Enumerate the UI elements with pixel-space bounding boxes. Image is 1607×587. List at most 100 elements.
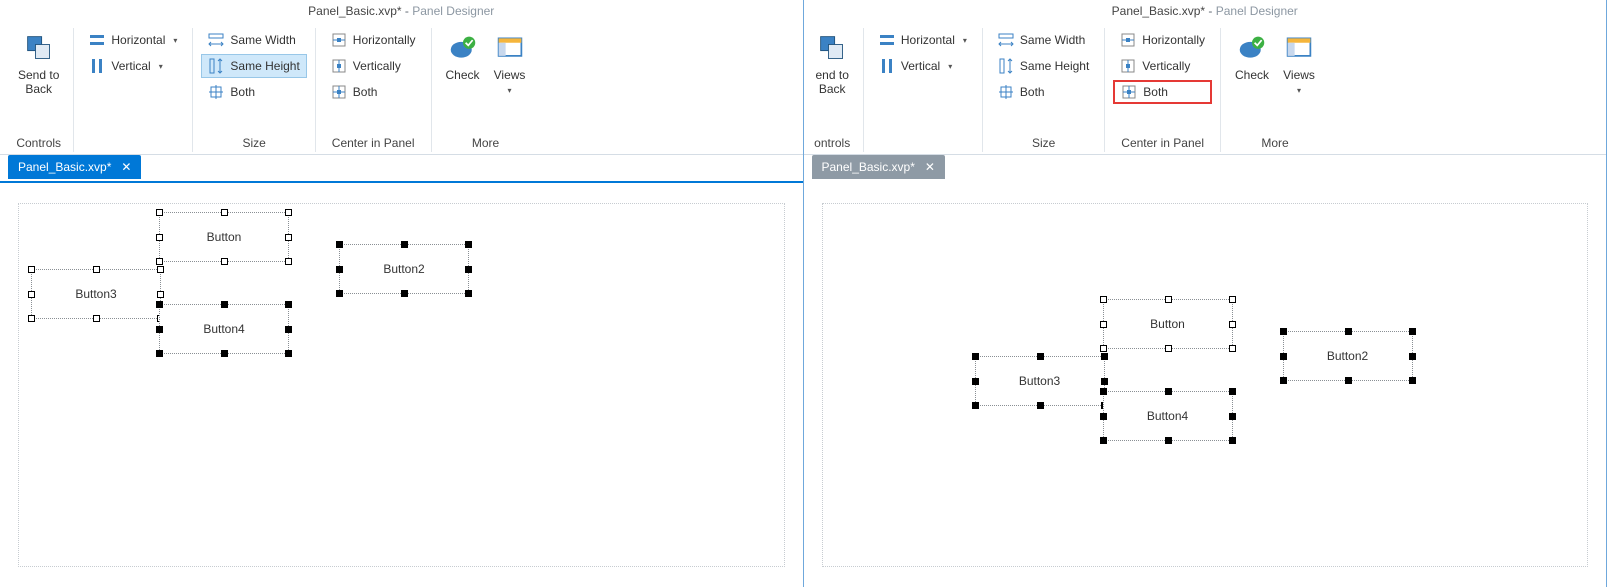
center-horizontally-button[interactable]: Horizontally (324, 28, 423, 52)
window-title: Panel_Basic.xvp* - Panel Designer (0, 0, 803, 22)
align-horizontal-button[interactable]: Horizontal ▾ (872, 28, 974, 52)
center-horizontally-icon (331, 32, 347, 48)
group-label-center: Center in Panel (332, 132, 415, 152)
align-horizontal-label: Horizontal (901, 33, 955, 47)
design-button-label: Button (1150, 317, 1185, 331)
ribbon-group-more: Check Views ▾ More (1221, 28, 1329, 152)
group-label-controls: ontrols (814, 132, 850, 152)
views-label: Views (494, 68, 526, 82)
design-button-label: Button2 (1327, 349, 1368, 363)
same-height-icon (998, 58, 1014, 74)
align-vertical-icon (879, 58, 895, 74)
design-canvas[interactable]: Button Button2 Button3 Button4 (18, 203, 785, 567)
document-tab[interactable]: Panel_Basic.xvp* ✕ (8, 155, 141, 179)
views-button[interactable]: Views ▾ (488, 28, 532, 99)
tab-close-icon[interactable]: ✕ (925, 160, 935, 174)
same-width-button[interactable]: Same Width (991, 28, 1096, 52)
align-horizontal-button[interactable]: Horizontal ▾ (82, 28, 184, 52)
center-vertically-button[interactable]: Vertically (324, 54, 423, 78)
center-both-icon (331, 84, 347, 100)
align-vertical-label: Vertical (111, 59, 150, 73)
send-to-back-icon (816, 32, 848, 64)
align-horizontal-icon (879, 32, 895, 48)
size-both-label: Both (1020, 85, 1045, 99)
dropdown-caret-icon: ▾ (948, 62, 952, 71)
dropdown-caret-icon: ▾ (1297, 86, 1301, 95)
design-button-label: Button4 (1147, 409, 1188, 423)
title-filename: Panel_Basic.xvp* (1112, 4, 1205, 18)
design-button[interactable]: Button4 (159, 304, 289, 354)
center-vertically-label: Vertically (353, 59, 401, 73)
check-button[interactable]: Check (1229, 28, 1275, 99)
title-appname: Panel Designer (412, 4, 494, 18)
right-window: Panel_Basic.xvp* - Panel Designer end to… (804, 0, 1607, 587)
ribbon-group-controls: end to Back ontrols (808, 28, 864, 152)
center-both-button[interactable]: Both (324, 80, 423, 104)
same-height-label: Same Height (230, 59, 299, 73)
window-title: Panel_Basic.xvp* - Panel Designer (804, 0, 1607, 22)
send-to-back-label: Send to Back (18, 68, 59, 96)
ribbon-group-align: Horizontal ▾ Vertical ▾ (864, 28, 983, 152)
document-tab[interactable]: Panel_Basic.xvp* ✕ (812, 155, 945, 179)
send-to-back-button[interactable]: end to Back (810, 28, 855, 100)
design-canvas[interactable]: Button Button2 Button3 Button4 (822, 203, 1589, 567)
views-button[interactable]: Views ▾ (1277, 28, 1321, 99)
same-width-button[interactable]: Same Width (201, 28, 306, 52)
same-height-button[interactable]: Same Height (201, 54, 306, 78)
views-label: Views (1283, 68, 1315, 82)
align-vertical-button[interactable]: Vertical ▾ (82, 54, 184, 78)
views-icon (494, 32, 526, 64)
size-both-button[interactable]: Both (201, 80, 306, 104)
ribbon-group-center: Horizontally Vertically Both Center in P… (316, 28, 432, 152)
design-button[interactable]: Button (1103, 299, 1233, 349)
center-both-button[interactable]: Both (1113, 80, 1212, 104)
size-both-icon (998, 84, 1014, 100)
design-button[interactable]: Button3 (975, 356, 1105, 406)
design-button-label: Button (207, 230, 242, 244)
views-icon (1283, 32, 1315, 64)
ribbon: Send to Back Controls Horizontal ▾ Verti… (0, 22, 803, 155)
center-both-label: Both (353, 85, 378, 99)
center-horizontally-button[interactable]: Horizontally (1113, 28, 1212, 52)
send-to-back-icon (23, 32, 55, 64)
send-to-back-button[interactable]: Send to Back (12, 28, 65, 100)
design-button[interactable]: Button2 (1283, 331, 1413, 381)
design-button[interactable]: Button (159, 212, 289, 262)
dropdown-caret-icon: ▾ (159, 62, 163, 71)
dropdown-caret-icon: ▾ (173, 36, 177, 45)
align-vertical-label: Vertical (901, 59, 940, 73)
check-label: Check (446, 68, 480, 82)
group-label-size: Size (1032, 132, 1055, 152)
group-label-controls: Controls (16, 132, 61, 152)
center-both-icon (1121, 84, 1137, 100)
design-button[interactable]: Button3 (31, 269, 161, 319)
ribbon-group-align: Horizontal ▾ Vertical ▾ (74, 28, 193, 152)
design-button[interactable]: Button2 (339, 244, 469, 294)
design-button[interactable]: Button4 (1103, 391, 1233, 441)
same-height-label: Same Height (1020, 59, 1089, 73)
tab-label: Panel_Basic.xvp* (18, 160, 111, 174)
center-vertically-label: Vertically (1142, 59, 1190, 73)
design-button-label: Button3 (75, 287, 116, 301)
center-vertically-button[interactable]: Vertically (1113, 54, 1212, 78)
check-icon (1236, 32, 1268, 64)
ribbon-group-controls: Send to Back Controls (4, 28, 74, 152)
title-filename: Panel_Basic.xvp* (308, 4, 401, 18)
document-tabs: Panel_Basic.xvp* ✕ (804, 155, 1607, 181)
design-button-label: Button2 (383, 262, 424, 276)
document-tabs: Panel_Basic.xvp* ✕ (0, 155, 803, 181)
same-height-button[interactable]: Same Height (991, 54, 1096, 78)
align-vertical-button[interactable]: Vertical ▾ (872, 54, 974, 78)
same-width-label: Same Width (1020, 33, 1085, 47)
center-horizontally-icon (1120, 32, 1136, 48)
ribbon-group-more: Check Views ▾ More (432, 28, 540, 152)
group-label-more: More (472, 132, 499, 152)
center-horizontally-label: Horizontally (1142, 33, 1205, 47)
tab-close-icon[interactable]: ✕ (121, 160, 131, 174)
dropdown-caret-icon: ▾ (508, 86, 512, 95)
size-both-icon (208, 84, 224, 100)
size-both-button[interactable]: Both (991, 80, 1096, 104)
design-area: Button Button2 Button3 Button4 (804, 183, 1607, 587)
check-button[interactable]: Check (440, 28, 486, 99)
design-button-label: Button4 (203, 322, 244, 336)
